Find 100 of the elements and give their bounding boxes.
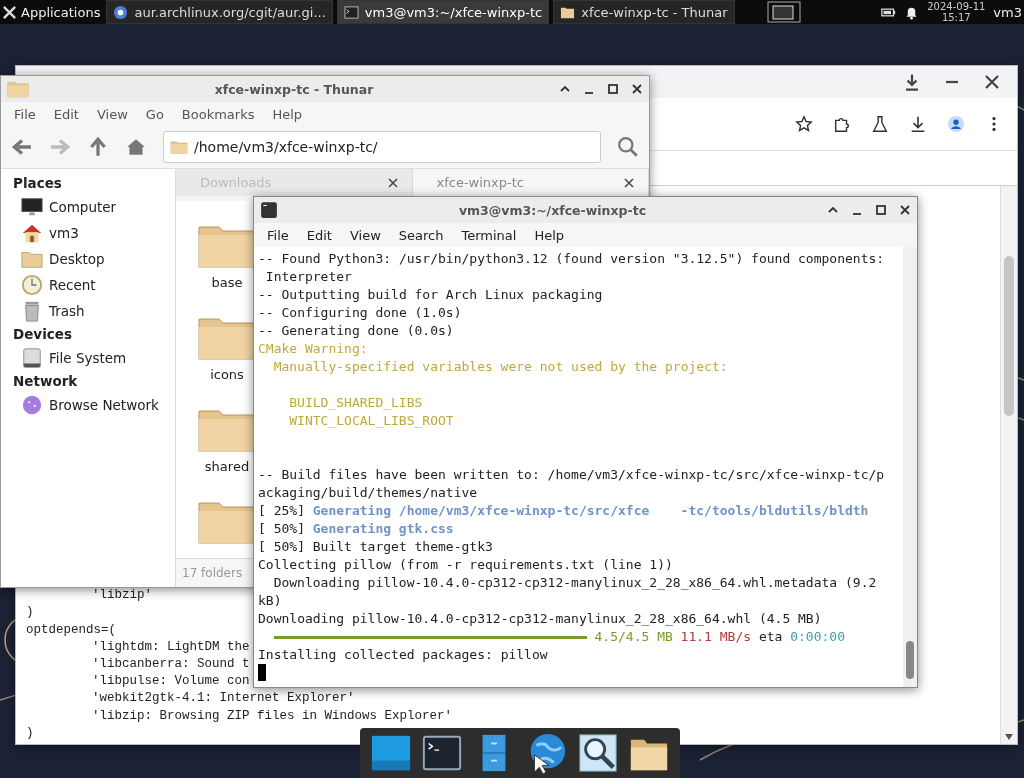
clock-icon bbox=[21, 274, 43, 296]
folder-name[interactable]: shared bbox=[204, 459, 250, 474]
close-icon[interactable] bbox=[624, 177, 634, 188]
applications-menu[interactable]: Applications bbox=[21, 4, 101, 20]
sidebar-item[interactable]: File System bbox=[49, 350, 127, 366]
window-title: vm3@vm3:~/xfce-winxp-tc bbox=[457, 202, 648, 218]
terminal-text: Generating gtk.css bbox=[312, 520, 454, 538]
scroll-down-icon[interactable] bbox=[1005, 734, 1013, 740]
code-line: 'libzip: Browsing ZIP files in Windows Explorer' bbox=[92, 708, 453, 723]
menu-item[interactable]: View bbox=[340, 227, 390, 243]
xfce-logo-icon[interactable] bbox=[2, 4, 17, 20]
profile-icon[interactable] bbox=[947, 115, 965, 133]
menu-item[interactable]: File bbox=[5, 106, 45, 122]
search-icon[interactable] bbox=[576, 732, 619, 774]
menu-item[interactable]: Edit bbox=[44, 106, 88, 122]
terminal-text: Manually-specified variables were not used by the project: bbox=[273, 358, 728, 376]
terminal-text: BUILD_SHARED_LIBS bbox=[289, 394, 423, 412]
sidebar-item[interactable]: Trash bbox=[49, 303, 85, 319]
terminal-text: [ 50%] bbox=[258, 520, 305, 538]
scrollbar-thumb[interactable] bbox=[906, 641, 914, 679]
terminal-text: Interpreter bbox=[265, 268, 352, 286]
flask-icon[interactable] bbox=[871, 115, 889, 133]
section-heading: Places bbox=[13, 175, 63, 191]
terminal-text: [ 25%] bbox=[258, 502, 305, 520]
terminal-text: -- Found Python3: /usr/bin/python3.12 (found version "3.12.5") found components: bbox=[258, 250, 885, 268]
scrollbar[interactable] bbox=[1000, 186, 1017, 744]
menu-item[interactable]: Help bbox=[525, 227, 574, 243]
puzzle-icon[interactable] bbox=[833, 115, 851, 133]
menu-item[interactable]: Search bbox=[389, 227, 453, 243]
terminal-text: -- Build files have been written to: /home/vm3/xfce-winxp-tc/src/xfce-winxp-tc/p bbox=[258, 466, 885, 484]
status-text: 17 folders bbox=[182, 566, 243, 580]
terminal-text: -- Generating done (0.0s) bbox=[258, 322, 454, 340]
close-icon[interactable] bbox=[387, 177, 398, 188]
sidebar-item[interactable]: Browse Network bbox=[49, 397, 159, 413]
date-label: 2024-09-11 bbox=[927, 1, 986, 12]
code-line: optdepends=( bbox=[26, 622, 116, 637]
terminal-text: Installing collected packages: pillow bbox=[258, 646, 548, 664]
close-icon[interactable] bbox=[983, 73, 1001, 91]
time-label: 15:17 bbox=[941, 12, 971, 23]
code-line: 'lightdm: LightDM the bbox=[92, 639, 250, 654]
code-line: 'webkit2gtk-4.1: Internet Explorer' bbox=[92, 691, 355, 706]
code-line: 'libzip' bbox=[92, 588, 152, 603]
terminal-text: eta bbox=[758, 628, 783, 646]
terminal-text: CMake Warning: bbox=[258, 340, 368, 358]
home-icon bbox=[21, 222, 43, 244]
scrollbar[interactable] bbox=[903, 247, 917, 687]
scrollbar-thumb[interactable] bbox=[1004, 256, 1014, 416]
workspace-switcher-icon[interactable] bbox=[766, 1, 801, 23]
close-icon[interactable] bbox=[899, 204, 911, 216]
user-label[interactable]: vm3 bbox=[993, 4, 1022, 20]
menu-item[interactable]: Terminal bbox=[452, 227, 526, 243]
terminal-text: 4.5/4.5 MB bbox=[594, 628, 673, 646]
terminal-text: Generating /home/vm3/xfce-winxp-tc/src/xfce bbox=[312, 502, 650, 520]
download-icon[interactable] bbox=[909, 115, 927, 133]
maximize-icon[interactable] bbox=[607, 83, 619, 95]
terminal-text: -- Configuring done (1.0s) bbox=[258, 304, 462, 322]
terminal-text: Downloading pillow-10.4.0-cp312-cp312-manylinux_2_28_x86_64.whl.metadata (9.2 bbox=[273, 574, 877, 592]
terminal-text: 0:00:00 bbox=[790, 628, 845, 646]
star-icon[interactable] bbox=[795, 115, 813, 133]
menu-item[interactable]: View bbox=[87, 106, 137, 122]
terminal-text: Downloading pillow-10.4.0-cp312-cp312-manylinux_2_28_x86_64.whl (4.5 MB) bbox=[258, 610, 822, 628]
sidebar-item[interactable]: Computer bbox=[49, 199, 117, 215]
terminal-text: Collecting pillow (from -r requirements.txt (line 1)) bbox=[258, 556, 673, 574]
terminal-text: ackaging/build/themes/native bbox=[258, 484, 478, 502]
menu-item[interactable]: Bookmarks bbox=[172, 106, 264, 122]
code-line: 'libpulse: Volume con bbox=[92, 674, 250, 689]
taskbar-button[interactable]: aur.archlinux.org/cgit/aur.gi... bbox=[106, 0, 333, 24]
code-line: ) bbox=[26, 725, 34, 740]
terminal-icon bbox=[260, 201, 278, 219]
taskbar-button[interactable]: vm3@vm3:~/xfce-winxp-tc bbox=[336, 0, 550, 24]
terminal-text: WINTC_LOCAL_LIBS_ROOT bbox=[289, 412, 454, 430]
folder-icon bbox=[170, 140, 188, 154]
section-heading: Devices bbox=[13, 326, 73, 342]
code-line: ) bbox=[26, 605, 34, 620]
close-icon[interactable] bbox=[631, 83, 643, 95]
location-field[interactable]: /home/vm3/xfce-winxp-tc/ bbox=[163, 131, 601, 163]
globe-icon bbox=[113, 4, 129, 20]
window-title: xfce-winxp-tc - Thunar bbox=[213, 81, 375, 97]
monitor-icon bbox=[21, 196, 43, 218]
section-heading: Network bbox=[13, 373, 79, 389]
globe-icon bbox=[21, 394, 43, 416]
menu-item[interactable]: File bbox=[258, 227, 298, 243]
terminal-text: -- Outputting build for Arch Linux packaging bbox=[258, 286, 603, 304]
terminal-text: kB) bbox=[258, 592, 282, 610]
menu-item[interactable]: Edit bbox=[297, 227, 341, 243]
menu-item[interactable]: Help bbox=[263, 106, 312, 122]
sidebar-item[interactable]: Desktop bbox=[49, 251, 105, 267]
menu-item[interactable]: Go bbox=[136, 106, 173, 122]
sidebar-item[interactable]: Recent bbox=[49, 277, 96, 293]
taskbar-button[interactable]: xfce-winxp-tc - Thunar bbox=[553, 0, 735, 24]
code-line: 'libcanberra: Sound t bbox=[92, 657, 250, 671]
maximize-icon[interactable] bbox=[875, 204, 887, 216]
arrow-down-icon[interactable] bbox=[903, 73, 921, 91]
terminal-text: 11.1 MB/s bbox=[680, 628, 752, 646]
terminal-text: [ 50%] Built target theme-gtk3 bbox=[258, 538, 493, 556]
drive-icon bbox=[21, 347, 43, 369]
sidebar-item[interactable]: vm3 bbox=[49, 225, 79, 241]
terminal-icon bbox=[343, 4, 359, 20]
folder-name[interactable]: icons bbox=[210, 367, 244, 382]
folder-name[interactable]: base bbox=[211, 275, 243, 290]
